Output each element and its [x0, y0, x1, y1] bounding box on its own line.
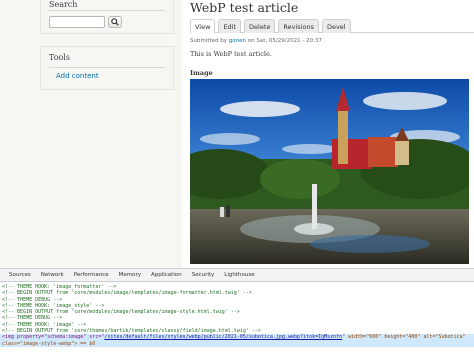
- page-title: WebP test article: [190, 0, 299, 15]
- search-button[interactable]: [108, 16, 122, 28]
- devtools-panel: Sources Network Performance Memory Appli…: [0, 268, 474, 353]
- submitted-info: Submitted by gonen on Sat, 05/29/2021 - …: [190, 38, 322, 44]
- tools-block-title: Tools: [49, 53, 165, 68]
- devtools-tab-sources[interactable]: Sources: [9, 272, 31, 278]
- article-body: This is WebP test article.: [190, 50, 272, 58]
- img-tag-open: <img property="schema:image" src=": [2, 334, 105, 341]
- devtools-tab-performance[interactable]: Performance: [74, 272, 109, 278]
- tools-block: Tools Add content: [40, 46, 174, 90]
- search-block: Search: [40, 0, 174, 34]
- tab-revisions[interactable]: Revisions: [278, 19, 319, 33]
- devtools-tabs: Sources Network Performance Memory Appli…: [0, 269, 474, 282]
- tab-view[interactable]: View: [190, 19, 216, 33]
- article-image: [190, 79, 469, 264]
- drupal-page: Search Tools Add content WebP test artic…: [0, 0, 474, 268]
- devtools-tab-network[interactable]: Network: [41, 272, 64, 278]
- tab-delete[interactable]: Delete: [244, 19, 276, 33]
- submitted-date: on Sat, 05/29/2021 - 20:37: [246, 38, 322, 44]
- img-attrs: " width="600" height="400" alt="Subotica…: [342, 334, 466, 341]
- img-class-attr: class="image-style-webp"> == $0: [2, 340, 96, 347]
- elements-tree: <!-- THEME HOOK: 'image_formatter' --> <…: [0, 282, 474, 347]
- img-src-link[interactable]: /sites/default/files/styles/webp/public/…: [104, 334, 342, 340]
- author-link[interactable]: gonen: [229, 38, 246, 44]
- search-icon: [111, 18, 119, 26]
- search-form: [49, 16, 165, 28]
- devtools-tab-security[interactable]: Security: [192, 272, 215, 278]
- search-input[interactable]: [49, 16, 105, 28]
- devtools-tab-lighthouse[interactable]: Lighthouse: [224, 272, 254, 278]
- sidebar: Search Tools Add content: [40, 0, 174, 90]
- search-block-title: Search: [49, 0, 165, 11]
- submitted-prefix: Submitted by: [190, 38, 229, 44]
- tab-edit[interactable]: Edit: [218, 19, 242, 33]
- devtools-tab-memory[interactable]: Memory: [119, 272, 141, 278]
- image-field-label: Image: [190, 69, 213, 77]
- tab-devel[interactable]: Devel: [321, 19, 351, 33]
- add-content-link[interactable]: Add content: [56, 72, 165, 80]
- selected-img-node-cont[interactable]: class="image-style-webp"> == $0: [0, 340, 474, 347]
- devtools-tab-application[interactable]: Application: [151, 272, 182, 278]
- main-content: WebP test article View Edit Delete Revis…: [182, 0, 474, 268]
- local-tasks-tabs: View Edit Delete Revisions Devel: [190, 19, 474, 33]
- subotica-photo: [190, 79, 469, 264]
